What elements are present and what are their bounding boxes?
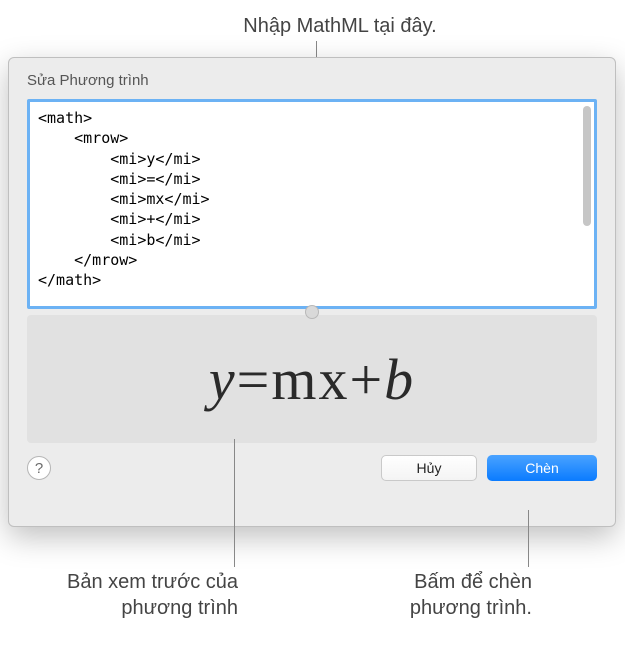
help-icon: ? — [35, 460, 43, 477]
cancel-label: Hủy — [417, 460, 442, 476]
var-b: b — [384, 347, 415, 412]
callout-text: phương trình — [20, 595, 238, 621]
var-x: x — [318, 347, 349, 412]
mathml-input[interactable]: <math> <mrow> <mi>y</mi> <mi>=</mi> <mi>… — [30, 102, 594, 306]
equation-preview: y=mx+b — [27, 315, 597, 443]
dialog-footer: ? Hủy Chèn — [27, 455, 597, 481]
mathml-input-container: <math> <mrow> <mi>y</mi> <mi>=</mi> <mi>… — [27, 99, 597, 309]
cancel-button[interactable]: Hủy — [381, 455, 477, 481]
var-y: y — [209, 347, 237, 412]
callout-text: phương trình. — [370, 595, 532, 621]
op-plus: + — [349, 347, 384, 412]
callout-line — [528, 510, 529, 567]
help-button[interactable]: ? — [27, 456, 51, 480]
callout-text: Nhập MathML tại đây. — [243, 15, 436, 37]
dialog-title: Sửa Phương trình — [27, 72, 597, 89]
callout-text: Bấm để chèn — [370, 569, 532, 595]
equation-dialog: Sửa Phương trình <math> <mrow> <mi>y</mi… — [8, 57, 616, 527]
scrollbar-thumb[interactable] — [583, 106, 591, 226]
callout-preview-label: Bản xem trước của phương trình — [20, 569, 238, 621]
op-eq: = — [237, 347, 272, 412]
insert-label: Chèn — [525, 460, 558, 476]
equation-render: y=mx+b — [209, 346, 415, 413]
resize-grip[interactable] — [305, 305, 319, 319]
var-m: m — [271, 347, 318, 412]
callout-line — [234, 439, 235, 567]
callout-insert-label: Bấm để chèn phương trình. — [370, 569, 532, 621]
insert-button[interactable]: Chèn — [487, 455, 597, 481]
callout-input-label: Nhập MathML tại đây. — [210, 13, 470, 39]
callout-text: Bản xem trước của — [20, 569, 238, 595]
